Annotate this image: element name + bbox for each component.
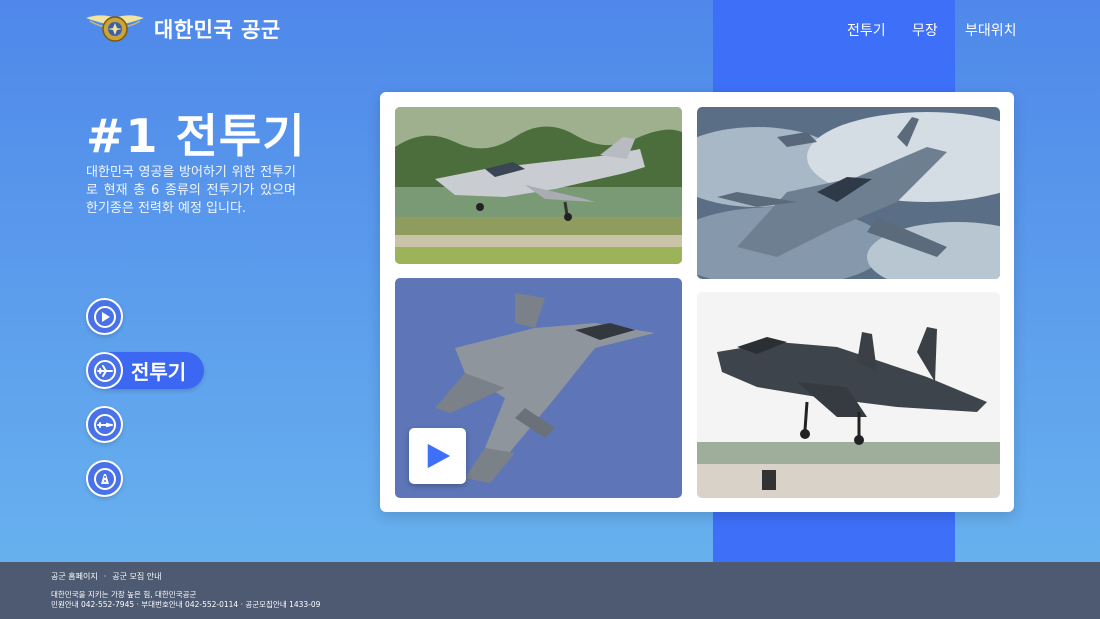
footer-link-homepage[interactable]: 공군 홈페이지 — [51, 572, 98, 581]
page-description: 대한민국 영공을 방어하기 위한 전투기로 현재 총 6 종류의 전투기가 있으… — [86, 165, 296, 216]
footer-links: 공군 홈페이지 · 공군 모집 안내 — [51, 571, 162, 582]
footer-info: 대한민국을 지키는 가장 높은 힘, 대한민국공군 민원안내 042-552-7… — [51, 590, 320, 610]
footer-link-recruit[interactable]: 공군 모집 안내 — [112, 572, 161, 581]
side-menu-fighters-button[interactable]: 전투기 — [86, 352, 204, 389]
missile-icon — [93, 413, 116, 436]
page-title: #1 전투기 — [86, 109, 306, 163]
footer-separator: · — [103, 572, 107, 581]
gallery-image-kf21[interactable] — [697, 107, 1000, 279]
footer-slogan: 대한민국을 지키는 가장 높은 힘, 대한민국공군 — [51, 590, 197, 599]
gallery-play-button[interactable] — [409, 428, 466, 484]
gallery-image-fa50[interactable] — [395, 107, 682, 264]
fighter-gallery — [380, 92, 1014, 512]
brand-logo[interactable]: 대한민국 공군 — [86, 12, 281, 46]
brand-name: 대한민국 공군 — [154, 18, 281, 42]
play-icon — [93, 305, 116, 328]
gallery-image-f15k[interactable] — [697, 292, 1000, 498]
nav-item-fighters[interactable]: 전투기 — [847, 20, 912, 40]
side-menu-missile-button[interactable] — [86, 406, 123, 443]
location-road-icon — [93, 467, 116, 490]
fighter-jet-icon — [93, 359, 116, 382]
air-force-emblem-icon — [86, 15, 144, 42]
main-nav: 전투기 무장 부대위치 — [847, 20, 1017, 40]
nav-item-unit-location[interactable]: 부대위치 — [965, 20, 1017, 40]
footer: 공군 홈페이지 · 공군 모집 안내 대한민국을 지키는 가장 높은 힘, 대한민국… — [0, 562, 1100, 619]
nav-item-armament[interactable]: 무장 — [912, 20, 965, 40]
side-menu-location-button[interactable] — [86, 460, 123, 497]
side-menu-play-button[interactable] — [86, 298, 123, 335]
side-menu-fighters-label: 전투기 — [131, 360, 187, 384]
play-icon — [427, 443, 450, 469]
footer-contacts: 민원안내 042-552-7945 · 부대번호안내 042-552-0114 … — [51, 600, 321, 609]
